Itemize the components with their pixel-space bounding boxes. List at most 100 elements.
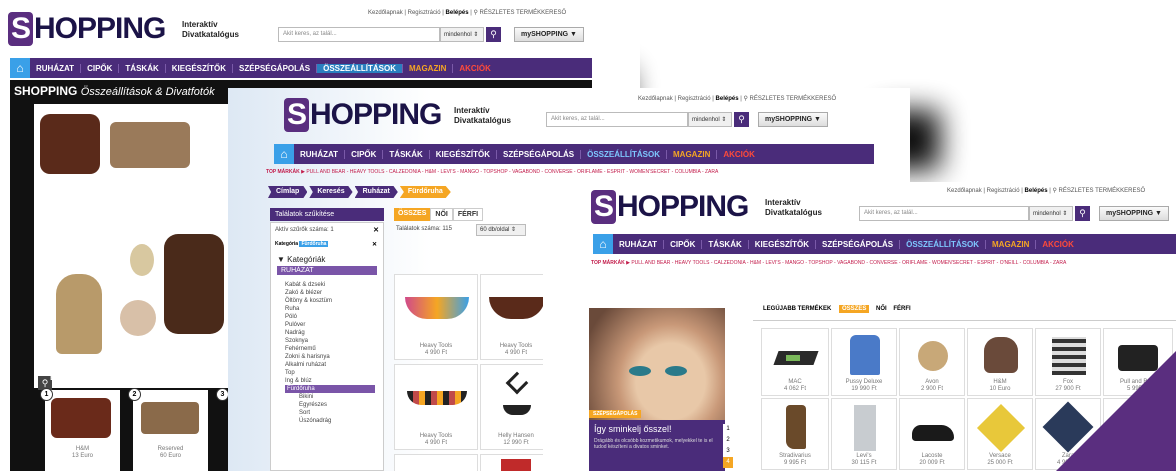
nav-item[interactable]: SZÉPSÉGÁPOLÁS [232, 63, 316, 73]
tab-men[interactable]: FÉRFI [893, 306, 910, 312]
category-item[interactable]: Öltöny & kosztüm [285, 297, 375, 305]
category-item[interactable]: Top [285, 369, 375, 377]
nav-item[interactable]: ÖSSZEÁLLÍTÁSOK [899, 239, 985, 249]
login-link[interactable]: Belépés [716, 96, 739, 102]
per-page-select[interactable]: 60 db/oldal ⇕ [476, 224, 526, 236]
nav-item[interactable]: SZÉPSÉGÁPOLÁS [815, 239, 899, 249]
product-card[interactable]: Levi's 30 115 Ft [831, 398, 897, 470]
search-input[interactable]: Akit keres, az talál... [278, 27, 440, 42]
register-link[interactable]: Regisztráció [678, 96, 711, 102]
nav-item[interactable]: CIPŐK [663, 239, 701, 249]
advanced-search-link[interactable]: RÉSZLETES TERMÉKKERESŐ [750, 96, 837, 102]
home-link[interactable]: Kezdőlapnak [947, 188, 982, 194]
nav-item[interactable]: SZÉPSÉGÁPOLÁS [496, 149, 580, 159]
tab-women[interactable]: NŐI [876, 306, 887, 312]
nav-item[interactable]: ÖSSZEÁLLÍTÁSOK [580, 149, 666, 159]
my-shopping-button[interactable]: mySHOPPING ▼ [758, 112, 828, 127]
home-icon[interactable]: ⌂ [10, 58, 30, 78]
tab-women[interactable]: NŐI [430, 208, 453, 221]
category-item[interactable]: Ruha [285, 305, 375, 313]
my-shopping-button[interactable]: mySHOPPING ▼ [1099, 206, 1169, 221]
product-card[interactable]: Heavy Tools 4 990 Ft [480, 274, 552, 360]
advanced-search-link[interactable]: RÉSZLETES TERMÉKKERESŐ [480, 10, 567, 16]
nav-item[interactable]: CIPŐK [80, 63, 118, 73]
nav-item[interactable]: AKCIÓK [452, 63, 497, 73]
product-card[interactable] [394, 454, 478, 471]
product-card[interactable]: Pussy Deluxe 19 990 Ft [831, 328, 897, 396]
category-item[interactable]: Nadrág [285, 329, 375, 337]
register-link[interactable]: Regisztráció [987, 188, 1020, 194]
register-link[interactable]: Regisztráció [408, 10, 441, 16]
category-item[interactable]: Zakó & blézer [285, 289, 375, 297]
nav-item[interactable]: CIPŐK [344, 149, 382, 159]
category-item[interactable]: Pulóver [285, 321, 375, 329]
categories-group[interactable]: RUHÁZAT [277, 266, 377, 275]
product-card[interactable]: Versace 25 000 Ft [967, 398, 1033, 470]
my-shopping-button[interactable]: mySHOPPING ▼ [514, 27, 584, 42]
search-button[interactable]: ⚲ [734, 112, 749, 127]
product-card[interactable] [480, 454, 552, 471]
nav-item[interactable]: MAGAZIN [666, 149, 716, 159]
nav-item[interactable]: RUHÁZAT [613, 240, 663, 249]
login-link[interactable]: Belépés [446, 10, 469, 16]
nav-item[interactable]: KIEGÉSZÍTŐK [428, 149, 496, 159]
nav-item[interactable]: KIEGÉSZÍTŐK [747, 239, 815, 249]
login-link[interactable]: Belépés [1025, 188, 1048, 194]
search-scope-select[interactable]: mindenhol ⇕ [440, 27, 484, 42]
nav-item[interactable]: TÁSKÁK [382, 149, 428, 159]
nav-item[interactable]: TÁSKÁK [701, 239, 747, 249]
slider-dot[interactable]: 3 [723, 446, 733, 457]
remove-filter-icon[interactable]: ✕ [372, 241, 377, 248]
category-item[interactable]: Fehérnemű [285, 345, 375, 353]
breadcrumb-item[interactable]: Keresés [309, 186, 353, 198]
slider-dot[interactable]: 4 [723, 457, 733, 468]
nav-item[interactable]: KIEGÉSZÍTŐK [164, 63, 232, 73]
subcategory-item[interactable]: Sort [299, 409, 375, 417]
home-icon[interactable]: ⌂ [274, 144, 294, 164]
tab-all[interactable]: ÖSSZES [839, 305, 870, 313]
nav-item[interactable]: RUHÁZAT [30, 64, 80, 73]
product-card[interactable]: Stradivarius 9 995 Ft [761, 398, 829, 470]
category-item[interactable]: Kabát & dzseki [285, 281, 375, 289]
site-logo[interactable]: S HOPPING [284, 98, 442, 132]
product-card[interactable]: H&M 10 Euro [967, 328, 1033, 396]
nav-item[interactable]: ÖSSZEÁLLÍTÁSOK [316, 63, 403, 73]
breadcrumb-item[interactable]: Fürdőruha [399, 186, 451, 198]
breadcrumb-item[interactable]: Ruházat [354, 186, 398, 198]
clear-filters-icon[interactable]: ✕ [373, 226, 379, 234]
tab-all[interactable]: ÖSSZES [394, 208, 431, 221]
nav-item[interactable]: MAGAZIN [402, 63, 452, 73]
category-item[interactable]: Szoknya [285, 337, 375, 345]
category-item[interactable]: Ing & blúz [285, 377, 375, 385]
category-item[interactable]: Zokni & harisnya [285, 353, 375, 361]
search-scope-select[interactable]: mindenhol ⇕ [1029, 206, 1073, 221]
nav-item[interactable]: RUHÁZAT [294, 150, 344, 159]
category-item-selected[interactable]: Fürdőruha [285, 385, 375, 393]
product-card[interactable]: Helly Hansen 12 990 Ft [480, 364, 552, 450]
subcategory-item[interactable]: Bikini [299, 393, 375, 401]
slider-dot[interactable]: 2 [723, 435, 733, 446]
nav-item[interactable]: TÁSKÁK [118, 63, 164, 73]
nav-item[interactable]: AKCIÓK [716, 149, 761, 159]
product-card[interactable]: Lacoste 20 009 Ft [899, 398, 965, 470]
slider-dot[interactable]: 1 [723, 424, 733, 435]
product-card[interactable]: MAC 4 062 Ft [761, 328, 829, 396]
product-card[interactable]: Heavy Tools 4 990 Ft [394, 364, 478, 450]
subcategory-item[interactable]: Egyrészes [299, 401, 375, 409]
item-thumbnail[interactable]: Reserved 60 Euro [133, 390, 208, 471]
site-logo[interactable]: S HOPPING [8, 12, 166, 46]
search-button[interactable]: ⚲ [1075, 206, 1090, 221]
item-thumbnail[interactable]: H&M 13 Euro [45, 390, 120, 471]
advanced-search-link[interactable]: RÉSZLETES TERMÉKKERESŐ [1059, 188, 1146, 194]
product-card[interactable]: Heavy Tools 4 990 Ft [394, 274, 478, 360]
nav-item[interactable]: MAGAZIN [985, 239, 1035, 249]
subcategory-item[interactable]: Úszónadrág [299, 417, 375, 425]
site-logo[interactable]: S HOPPING [591, 190, 749, 224]
search-input[interactable]: Akit keres, az talál... [859, 206, 1029, 221]
home-icon[interactable]: ⌂ [593, 234, 613, 254]
tab-men[interactable]: FÉRFI [452, 208, 484, 221]
feature-box[interactable]: Így sminkelj ősszel! Drágább és olcsóbb … [589, 420, 725, 471]
search-button[interactable]: ⚲ [486, 27, 501, 42]
search-input[interactable]: Akit keres, az talál... [546, 112, 688, 127]
nav-item[interactable]: AKCIÓK [1035, 239, 1080, 249]
